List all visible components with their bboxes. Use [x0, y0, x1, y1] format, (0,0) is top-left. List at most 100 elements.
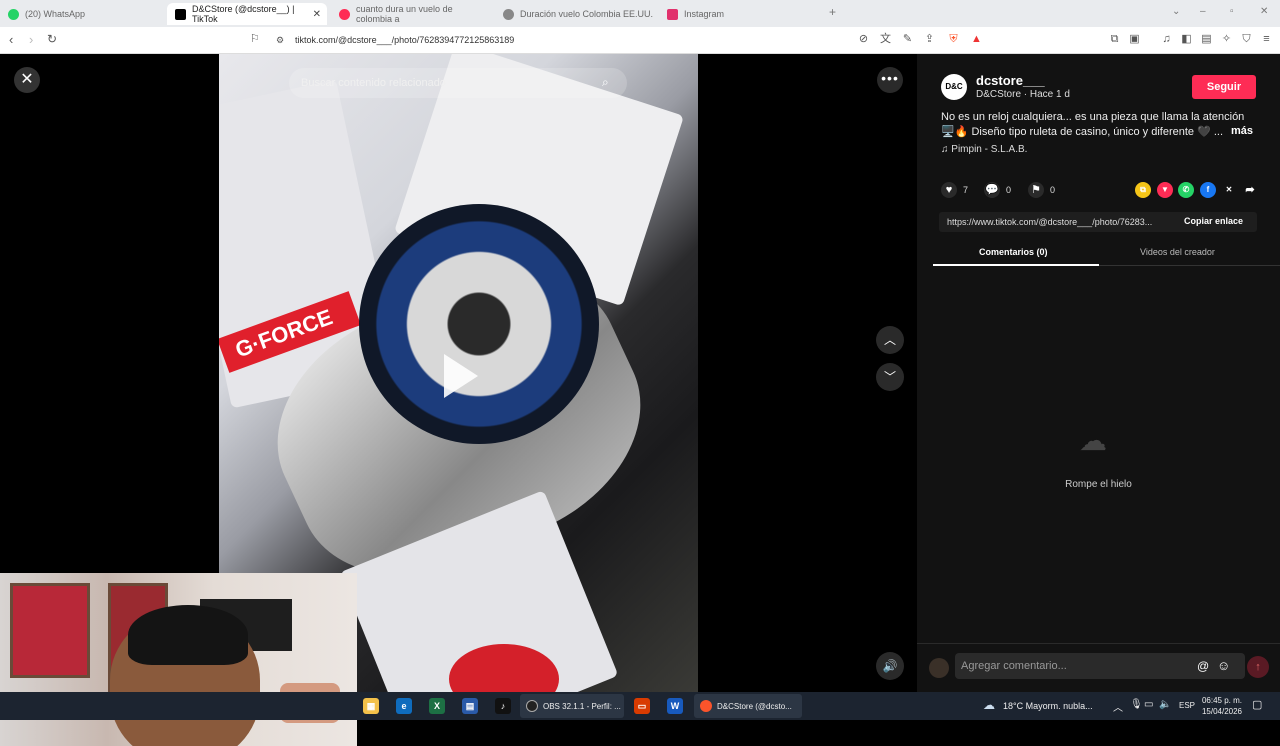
translate-icon[interactable]: 文 — [879, 33, 892, 46]
language-indicator[interactable]: ESP — [1179, 701, 1195, 710]
tab-instagram[interactable]: Instagram — [659, 3, 819, 25]
roulette-watch-face — [359, 204, 599, 444]
notification-icon[interactable]: ▢ — [1252, 698, 1262, 711]
comment-icon[interactable]: 💬 — [984, 182, 1000, 198]
extensions-icon[interactable]: ⧉ — [1108, 33, 1121, 46]
tab-label: Instagram — [684, 9, 725, 19]
app-icon[interactable]: ▭ — [634, 698, 650, 714]
related-search-input[interactable] — [289, 68, 627, 98]
whatsapp-icon[interactable]: ✆ — [1178, 182, 1194, 198]
user-avatar — [929, 658, 949, 678]
weather-text[interactable]: 18°C Mayorm. nubla... — [1003, 701, 1093, 711]
save-stat[interactable]: ⚑ 0 — [1028, 182, 1055, 198]
back-icon[interactable]: ‹ — [9, 32, 13, 47]
network-icon[interactable]: ▭ — [1144, 699, 1153, 710]
store-icon[interactable]: ▤ — [462, 698, 478, 714]
like-stat[interactable]: ♥ 7 — [941, 182, 968, 198]
active-tab-indicator — [933, 264, 1099, 266]
bookmark-icon[interactable]: ⚐ — [250, 32, 260, 45]
wallet-icon[interactable]: ▤ — [1200, 33, 1213, 46]
brave-shield-icon[interactable]: ⛨ — [947, 33, 960, 46]
post-link[interactable]: https://www.tiktok.com/@dcstore___/photo… — [947, 217, 1152, 227]
forward-icon[interactable]: › — [29, 32, 33, 47]
comment-stat[interactable]: 💬 0 — [984, 182, 1011, 198]
emoji-icon[interactable]: ☺ — [1217, 658, 1230, 673]
chevron-up-icon[interactable]: ︿ — [876, 326, 904, 354]
windows-taskbar: ▦ e X ▤ ♪ OBS 32.1.1 - Perfil: ... ▭ W D… — [0, 692, 1280, 720]
leo-icon[interactable]: ✧ — [1220, 33, 1233, 46]
tiktok-icon[interactable]: ♪ — [495, 698, 511, 714]
tab-search-vuelo[interactable]: cuanto dura un vuelo de colombia a — [331, 3, 491, 25]
mic-icon[interactable]: 🎙 — [1130, 699, 1143, 710]
empty-comments-icon: ☁ — [1079, 425, 1107, 456]
bookmark-icon[interactable]: ⚑ — [1028, 182, 1044, 198]
follow-button[interactable]: Seguir — [1192, 75, 1256, 99]
send-friend-icon[interactable]: ▼ — [1157, 182, 1173, 198]
vpn-icon[interactable]: ⛉ — [1240, 33, 1253, 46]
obs-icon — [526, 700, 538, 712]
comment-count: 0 — [1006, 185, 1012, 195]
webcam-overlay — [0, 573, 357, 746]
new-tab-icon[interactable]: + — [829, 5, 836, 19]
tray-chevron-icon[interactable]: ︿ — [1113, 699, 1123, 714]
speaker-icon[interactable]: 🔈 — [1159, 699, 1171, 710]
screenshot-icon[interactable]: ▣ — [1128, 33, 1141, 46]
close-window-icon[interactable]: ✕ — [1260, 6, 1268, 17]
edge-icon[interactable]: e — [396, 698, 412, 714]
send-icon[interactable]: ↑ — [1247, 656, 1269, 678]
like-count: 7 — [963, 185, 969, 195]
mention-icon[interactable]: @ — [1197, 659, 1209, 673]
edit-icon[interactable]: ✎ — [901, 33, 914, 46]
x-twitter-icon[interactable]: ✕ — [1221, 182, 1237, 198]
comment-bar: @ ☺ ↑ — [917, 643, 1280, 692]
taskbar-obs-label: OBS 32.1.1 - Perfil: ... — [543, 701, 621, 711]
tab-duracion[interactable]: Duración vuelo Colombia EE.UU. — [495, 3, 655, 25]
tab-creator-videos[interactable]: Videos del creador — [1140, 247, 1215, 257]
facebook-icon[interactable]: f — [1200, 182, 1216, 198]
rewards-icon[interactable]: ▲ — [970, 33, 983, 46]
media-icon[interactable]: ♫ — [1160, 33, 1173, 46]
menu-icon[interactable]: ≡ — [1260, 33, 1273, 46]
minimize-icon[interactable]: – — [1200, 6, 1206, 17]
copy-link-button[interactable]: Copiar enlace — [1184, 216, 1243, 226]
volume-icon[interactable]: 🔊 — [876, 652, 904, 680]
restore-icon[interactable]: ▫ — [1230, 6, 1234, 17]
cloud-icon: ☁ — [983, 698, 995, 712]
empty-comments-text: Rompe el hielo — [1065, 479, 1132, 490]
chevron-down-icon[interactable]: ﹀ — [876, 363, 904, 391]
music-row[interactable]: ♫ Pimpin - S.L.A.B. — [941, 144, 1027, 155]
share-arrow-icon[interactable]: ➦ — [1242, 182, 1258, 198]
search-icon[interactable]: ⌕ — [602, 75, 618, 91]
more-link[interactable]: más — [1231, 125, 1253, 137]
tab-whatsapp[interactable]: (20) WhatsApp — [0, 3, 165, 25]
heart-icon[interactable]: ♥ — [941, 182, 957, 198]
site-info-icon[interactable]: ⚙ — [276, 35, 284, 46]
close-icon[interactable]: ✕ — [14, 67, 40, 93]
more-options-icon[interactable]: ••• — [877, 67, 903, 93]
excel-icon[interactable]: X — [429, 698, 445, 714]
close-tab-icon[interactable]: ✕ — [313, 9, 321, 20]
word-icon[interactable]: W — [667, 698, 683, 714]
play-icon[interactable] — [444, 354, 478, 398]
browser-tab-bar: (20) WhatsApp D&CStore (@dcstore__) | Ti… — [0, 0, 1280, 27]
reload-icon[interactable]: ↻ — [47, 32, 57, 46]
taskbar-obs[interactable]: OBS 32.1.1 - Perfil: ... — [520, 694, 624, 718]
file-explorer-icon[interactable]: ▦ — [363, 698, 379, 714]
sidebar-icon[interactable]: ◧ — [1180, 33, 1193, 46]
embed-icon[interactable]: ⧉ — [1135, 182, 1151, 198]
tab-tiktok[interactable]: D&CStore (@dcstore__) | TikTok ✕ — [167, 3, 327, 25]
taskbar-browser[interactable]: D&CStore (@dcsto... — [694, 694, 802, 718]
chevron-down-icon[interactable]: ⌄ — [1172, 6, 1180, 17]
clock-time: 06:45 p. m. — [1201, 696, 1242, 705]
url-text[interactable]: tiktok.com/@dcstore___/photo/76283947721… — [295, 35, 514, 45]
avatar[interactable]: D&C — [941, 74, 967, 100]
tab-comments[interactable]: Comentarios (0) — [979, 247, 1048, 257]
post-description-line2: 🖥️🔥 Diseño tipo ruleta de casino, único … — [941, 126, 1224, 138]
address-bar: ‹ › ↻ ⚐ ⚙ tiktok.com/@dcstore___/photo/7… — [0, 27, 1280, 54]
tab-label: (20) WhatsApp — [25, 9, 86, 19]
no-track-icon[interactable]: ⊘ — [857, 33, 870, 46]
share-icon[interactable]: ⇪ — [923, 33, 936, 46]
username[interactable]: dcstore___ — [976, 73, 1045, 88]
clock[interactable]: 06:45 p. m. 15/04/2026 — [1196, 695, 1242, 717]
tab-label: D&CStore (@dcstore__) | TikTok — [192, 4, 295, 24]
